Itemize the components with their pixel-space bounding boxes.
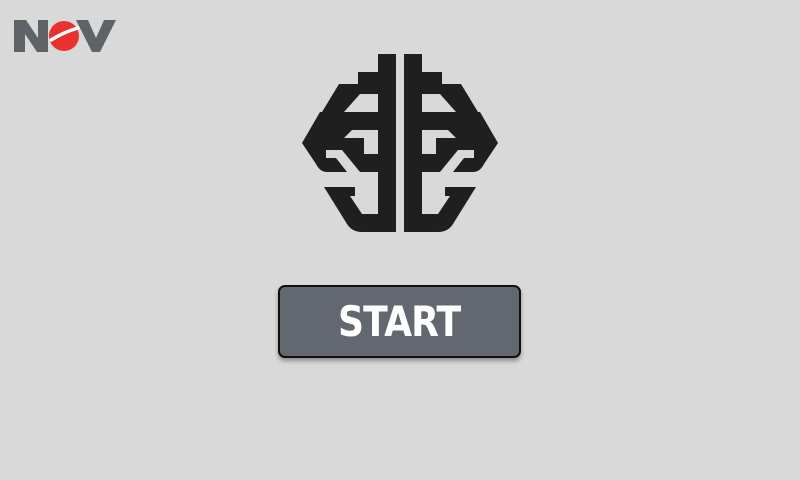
nov-logo: [12, 16, 116, 56]
brain-icon: [300, 54, 500, 232]
start-button[interactable]: START: [278, 285, 521, 358]
start-button-label: START: [338, 296, 461, 346]
